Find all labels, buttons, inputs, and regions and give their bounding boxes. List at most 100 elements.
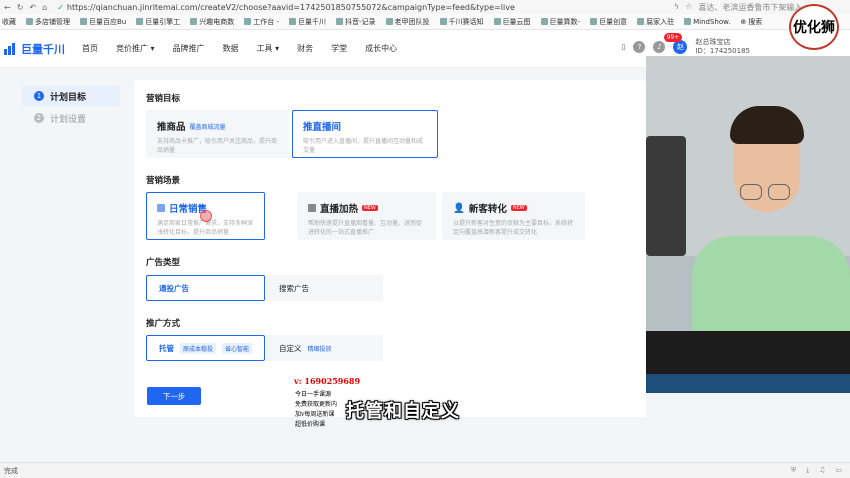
bookmark-item[interactable]: 巨量云图 xyxy=(493,17,531,27)
bookmark-item[interactable]: ⊕ 搜索 xyxy=(740,17,762,27)
status-icons: ⛨ ⤓ ♫ ▭ xyxy=(791,466,842,475)
goal-card-live-room[interactable]: 推直播间 吸引用户进入直播间，提升直播间互动量和成交量 xyxy=(292,110,438,158)
menu-item-tools[interactable]: 工具 ▾ xyxy=(257,43,280,54)
step-plan-goal[interactable]: 1 计划目标 xyxy=(22,85,120,107)
bookmark-icon xyxy=(336,18,344,25)
notification-badge: 99+ xyxy=(663,33,683,42)
card-title: 推商品 xyxy=(157,122,186,133)
scene-card-new-customer[interactable]: 👤 新客转化 NEW 以提升新客对生意的贡献为主要目标，系统将定向覆盖高潜新客提升成… xyxy=(442,192,585,240)
address-bar[interactable]: ✓ https://qianchuan.jinritemai.com/creat… xyxy=(57,3,674,12)
promo-line: 今日一手课源 xyxy=(295,391,332,398)
bookmark-label: 腐家入驻 xyxy=(646,17,675,26)
bookmark-icon xyxy=(439,18,447,25)
help-icon[interactable]: ? xyxy=(633,41,646,53)
new-badge: NEW xyxy=(510,205,527,211)
bookmark-item[interactable]: 老甲团队投 xyxy=(385,17,430,27)
undo-icon[interactable]: ↶ xyxy=(29,3,36,12)
bookmark-item[interactable]: MindShow. xyxy=(684,18,730,26)
url-text[interactable]: https://qianchuan.jinritemai.com/createV… xyxy=(67,3,515,12)
option-tag: 省心智能 xyxy=(222,342,253,354)
top-menu: 首页 竞价推广 ▾ 品牌推广 数据 工具 ▾ 财务 学堂 成长中心 xyxy=(82,43,397,54)
browser-nav: ← ↻ ↶ ⌂ xyxy=(0,3,47,12)
marketing-goal-title: 营销目标 xyxy=(146,94,181,104)
option-tag: 原成本稳投 xyxy=(180,342,217,354)
bookmark-label: 多店铺管理 xyxy=(35,17,70,26)
bookmark-item[interactable]: 千川赛话知 xyxy=(439,17,484,27)
bell-icon[interactable]: ♪ xyxy=(653,41,666,53)
menu-item-finance[interactable]: 财务 xyxy=(297,43,313,54)
bookmark-item[interactable]: 抖音-记录 xyxy=(336,17,376,27)
menu-item-data[interactable]: 数据 xyxy=(223,43,239,54)
bolt-icon[interactable]: ϟ xyxy=(674,2,679,13)
star-icon[interactable]: ☆ xyxy=(685,2,692,13)
seal-text: 优化狮 xyxy=(793,20,835,36)
card-title: 推直播间 xyxy=(303,122,342,133)
new-badge: NEW xyxy=(362,205,378,211)
zoom-icon[interactable]: ▭ xyxy=(835,466,842,475)
promo-text: 今日一手课源 免费获取更新内 加v每周送新课 超低价购课 xyxy=(295,390,337,430)
scene-title: 营销场景 xyxy=(146,176,181,186)
bookmark-item[interactable]: 巨量引擎工 xyxy=(136,17,180,27)
ad-type-title: 广告类型 xyxy=(146,258,181,268)
download-icon[interactable]: ⤓ xyxy=(806,466,809,475)
menu-item-growth[interactable]: 成长中心 xyxy=(365,43,397,54)
status-text: 完成 xyxy=(4,466,18,475)
bookmark-icon xyxy=(26,18,33,25)
bookmark-icon xyxy=(190,18,198,25)
promo-method-managed[interactable]: 托管 原成本稳投 省心智能 xyxy=(146,335,265,361)
phone-icon[interactable]: ▯ xyxy=(622,43,626,51)
video-subtitle: 托管和自定义 xyxy=(346,401,460,422)
bookmark-item[interactable]: 腐家入驻 xyxy=(637,17,674,27)
promo-method-custom[interactable]: 自定义 精细投放 xyxy=(266,335,383,361)
bookmark-item[interactable]: 巨量百应Bu xyxy=(80,17,126,27)
reload-icon[interactable]: ↻ xyxy=(17,3,24,12)
menu-item-academy[interactable]: 学堂 xyxy=(331,43,347,54)
watermark-seal: 优化狮 xyxy=(789,4,839,50)
status-bar: 完成 ⛨ ⤓ ♫ ▭ xyxy=(0,462,850,478)
bookmark-label: 巨量算数- xyxy=(549,17,581,26)
bookmark-icon xyxy=(136,18,144,25)
avatar[interactable]: 赵 xyxy=(673,40,688,54)
bookmarks-bar: 收藏 多店铺管理 巨量百应Bu 巨量引擎工 兴趣电商数 工作台 - 巨量千川 抖… xyxy=(0,14,850,30)
sound-icon[interactable]: ♫ xyxy=(819,466,825,475)
menu-item-bidding[interactable]: 竞价推广 ▾ xyxy=(116,43,155,54)
menu-item-home[interactable]: 首页 xyxy=(82,43,98,54)
bookmark-icon xyxy=(684,18,692,25)
menu-item-brand[interactable]: 品牌推广 xyxy=(173,43,205,54)
app-logo[interactable]: 巨量千川 xyxy=(0,41,76,57)
bookmark-item[interactable]: 巨量千川 xyxy=(289,17,326,27)
bookmark-icon xyxy=(493,18,501,25)
bookmark-label: 巨量云图 xyxy=(502,17,531,26)
next-step-button[interactable]: 下一步 xyxy=(147,387,201,405)
card-desc: 吸引用户进入直播间，提升直播间互动量和成交量 xyxy=(303,138,424,154)
option-label: 通投广告 xyxy=(159,283,189,293)
step-plan-settings[interactable]: 2 计划设置 xyxy=(22,107,120,129)
logo-icon xyxy=(4,42,17,55)
glasses-left xyxy=(740,184,762,200)
goal-card-product[interactable]: 推商品 覆盖商城流量 支持商品卡推广，吸引用户关注商品，提升商品销量 xyxy=(146,110,289,158)
shield-icon[interactable]: ⛨ xyxy=(791,466,796,475)
bookmark-item[interactable]: 工作台 - xyxy=(244,17,279,27)
glasses-right xyxy=(768,184,790,200)
bookmark-item[interactable]: 多店铺管理 xyxy=(26,17,70,27)
search-hint[interactable]: 喜达、老滨运香鲁市下架输入... xyxy=(698,2,810,13)
bookmark-item[interactable]: 兴趣电商数 xyxy=(190,17,234,27)
bookmark-label: 巨量千川 xyxy=(298,17,327,26)
main-panel: 营销目标 推商品 覆盖商城流量 支持商品卡推广，吸引用户关注商品，提升商品销量 推… xyxy=(134,80,646,417)
back-icon[interactable]: ← xyxy=(4,3,11,12)
home-icon[interactable]: ⌂ xyxy=(42,3,47,12)
ad-type-search[interactable]: 搜索广告 xyxy=(266,275,383,301)
account-name[interactable]: 赵总珠宝店 xyxy=(695,38,750,47)
card-title: 直播加热 xyxy=(320,204,359,215)
scene-card-live-boost[interactable]: 直播加热 NEW 帮助快速提升直播观看量、互动量，进而促进转化的一站式直播推广 xyxy=(297,192,436,240)
bookmark-item[interactable]: 巨量算数- xyxy=(540,17,581,27)
option-tag: 精细投放 xyxy=(307,345,332,353)
option-label: 搜索广告 xyxy=(279,283,309,293)
account-id: ID：174250185 xyxy=(695,47,750,55)
user-icon: 👤 xyxy=(453,202,465,214)
bookmark-item[interactable]: 收藏 xyxy=(2,17,16,27)
ad-type-general[interactable]: 通投广告 xyxy=(146,275,265,301)
bookmark-label: 千川赛话知 xyxy=(448,17,484,26)
bookmark-label: 抖音-记录 xyxy=(345,17,376,26)
bookmark-item[interactable]: 巨量创意 xyxy=(590,17,627,27)
